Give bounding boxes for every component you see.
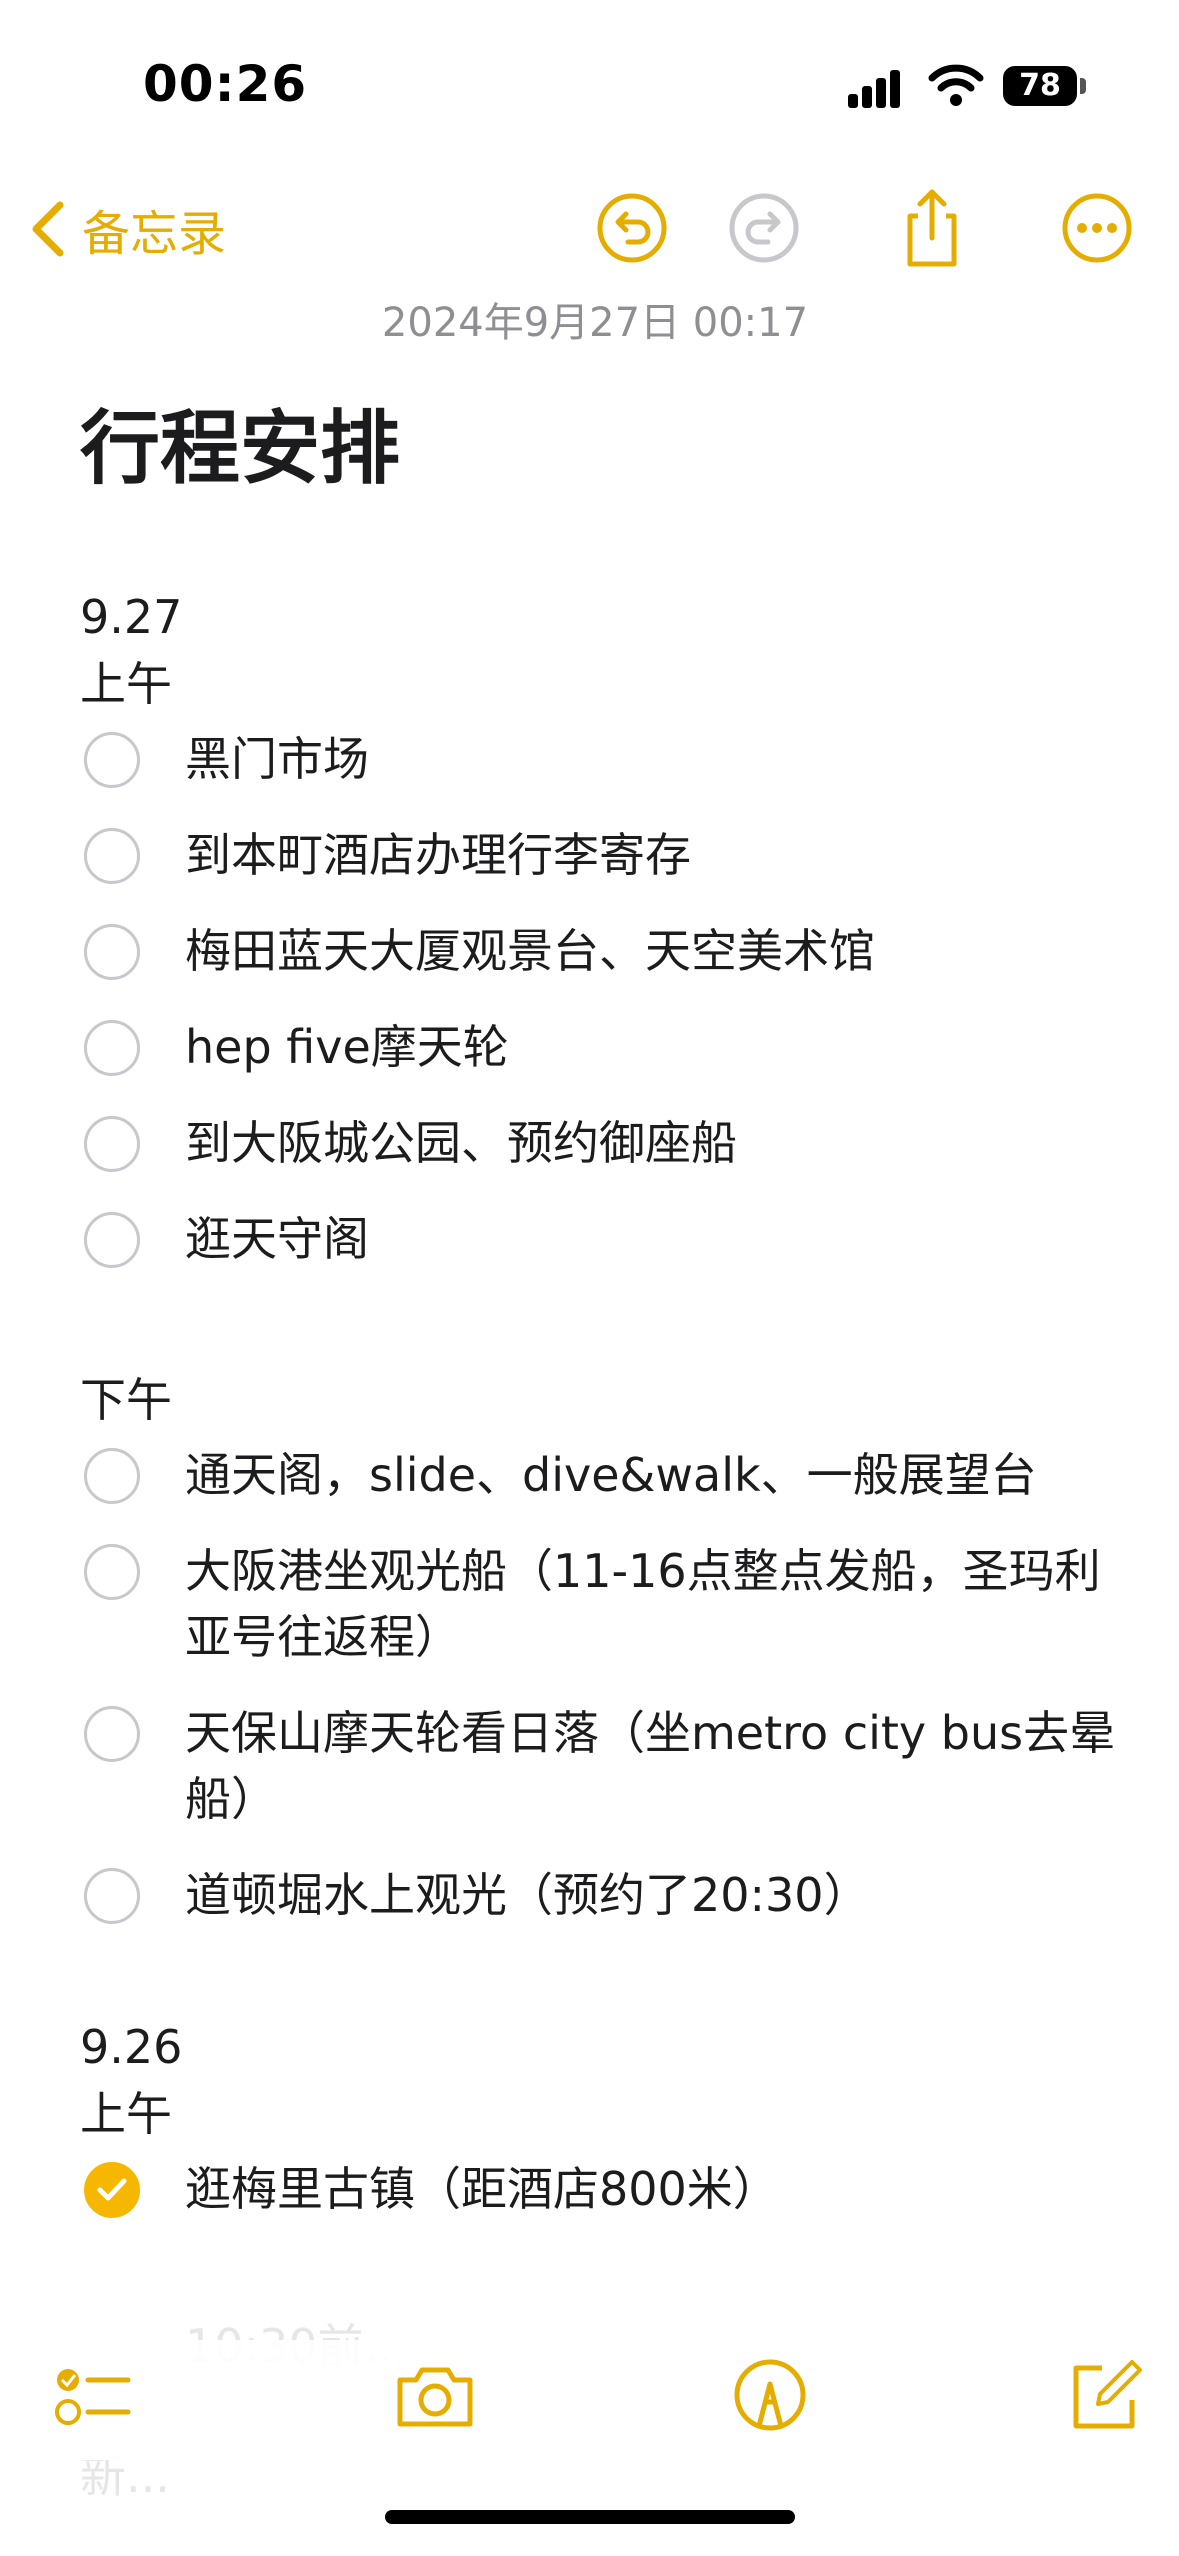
checklist-morning-926: 逛梅里古镇（距酒店800米）	[80, 2156, 1120, 2222]
checklist-item-text: 到大阪城公园、预约御座船	[185, 1116, 737, 1170]
nav-bar: 备忘录	[0, 180, 1179, 280]
note-date: 2024年9月27日 00:17	[381, 300, 809, 346]
checklist-item[interactable]: 天保山摩天轮看日落（坐metro city bus去晕船）	[80, 1700, 1120, 1832]
section-date-927: 9.27	[80, 590, 183, 644]
chevron-left-icon	[32, 201, 64, 257]
battery-tip	[1080, 78, 1086, 94]
checklist-morning-927: 黑门市场 到本町酒店办理行李寄存 梅田蓝天大厦观景台、天空美术馆 hep fiv…	[80, 726, 1120, 1272]
compose-icon[interactable]	[1060, 2350, 1150, 2440]
checklist-item-text: 逛梅里古镇（距酒店800米）	[185, 2162, 779, 2216]
back-button[interactable]: 备忘录	[24, 194, 226, 264]
section-label-afternoon: 下午	[80, 1373, 172, 1427]
checklist-item[interactable]: 到大阪城公园、预约御座船	[80, 1110, 1120, 1176]
checklist-afternoon-927: 通天阁，slide、dive&walk、一般展望台 大阪港坐观光船（11-16点…	[80, 1442, 1120, 1928]
checkbox-circle-icon[interactable]	[84, 1212, 140, 1268]
checklist-icon[interactable]	[48, 2350, 138, 2440]
more-icon[interactable]	[1055, 186, 1139, 270]
checkbox-circle-icon[interactable]	[84, 1448, 140, 1504]
checkbox-circle-icon[interactable]	[84, 1544, 140, 1600]
battery-icon: 78	[1003, 66, 1077, 106]
markup-icon[interactable]	[725, 2350, 815, 2440]
checkbox-circle-icon[interactable]	[84, 1868, 140, 1924]
back-label: 备忘录	[82, 206, 227, 262]
checklist-item[interactable]: hep five摩天轮	[80, 1014, 1120, 1080]
checklist-item-text: 通天阁，slide、dive&walk、一般展望台	[185, 1448, 1037, 1502]
section-date-926: 9.26	[80, 2020, 183, 2074]
section-label-morning-926: 上午	[80, 2087, 172, 2141]
checklist-item-text: 天保山摩天轮看日落（坐metro city bus去晕船）	[185, 1706, 1116, 1826]
home-indicator[interactable]	[385, 2510, 795, 2524]
checklist-item-text: 大阪港坐观光船（11-16点整点发船，圣玛利亚号往返程）	[185, 1544, 1101, 1664]
checklist-item[interactable]: 道顿堀水上观光（预约了20:30）	[80, 1862, 1120, 1928]
cellular-signal-icon	[848, 68, 912, 108]
checkbox-circle-icon[interactable]	[84, 1116, 140, 1172]
checklist-item-text: hep five摩天轮	[185, 1020, 509, 1074]
bottom-toolbar	[0, 2340, 1179, 2460]
share-icon[interactable]	[890, 186, 974, 270]
camera-icon[interactable]	[390, 2350, 480, 2440]
section-label-morning: 上午	[80, 657, 172, 711]
checklist-item[interactable]: 逛梅里古镇（距酒店800米）	[80, 2156, 1120, 2222]
checked-circle-icon[interactable]	[84, 2162, 140, 2218]
undo-icon[interactable]	[590, 186, 674, 270]
status-bar: 00:26 78	[0, 0, 1179, 170]
checklist-item-text: 梅田蓝天大厦观景台、天空美术馆	[185, 924, 875, 978]
checklist-item[interactable]: 到本町酒店办理行李寄存	[80, 822, 1120, 888]
checklist-item[interactable]: 梅田蓝天大厦观景台、天空美术馆	[80, 918, 1120, 984]
status-time: 00:26	[143, 55, 308, 113]
checklist-item-text: 黑门市场	[185, 732, 369, 786]
note-body[interactable]: 2024年9月27日 00:17 行程安排 9.27 上午 黑门市场 到本町酒店…	[80, 290, 1120, 2222]
checkbox-circle-icon[interactable]	[84, 924, 140, 980]
wifi-icon	[928, 64, 984, 106]
checklist-item-text: 到本町酒店办理行李寄存	[185, 828, 691, 882]
checklist-item[interactable]: 逛天守阁	[80, 1206, 1120, 1272]
checkbox-circle-icon[interactable]	[84, 1020, 140, 1076]
checklist-item[interactable]: 大阪港坐观光船（11-16点整点发船，圣玛利亚号往返程）	[80, 1538, 1120, 1670]
checklist-item-text: 逛天守阁	[185, 1212, 369, 1266]
redo-icon[interactable]	[722, 186, 806, 270]
checklist-item[interactable]: 通天阁，slide、dive&walk、一般展望台	[80, 1442, 1120, 1508]
checklist-item[interactable]: 黑门市场	[80, 726, 1120, 792]
note-title: 行程安排	[80, 402, 400, 495]
checkbox-circle-icon[interactable]	[84, 1706, 140, 1762]
checkbox-circle-icon[interactable]	[84, 828, 140, 884]
checklist-item-text: 道顿堀水上观光（预约了20:30）	[185, 1868, 870, 1922]
checkbox-circle-icon[interactable]	[84, 732, 140, 788]
